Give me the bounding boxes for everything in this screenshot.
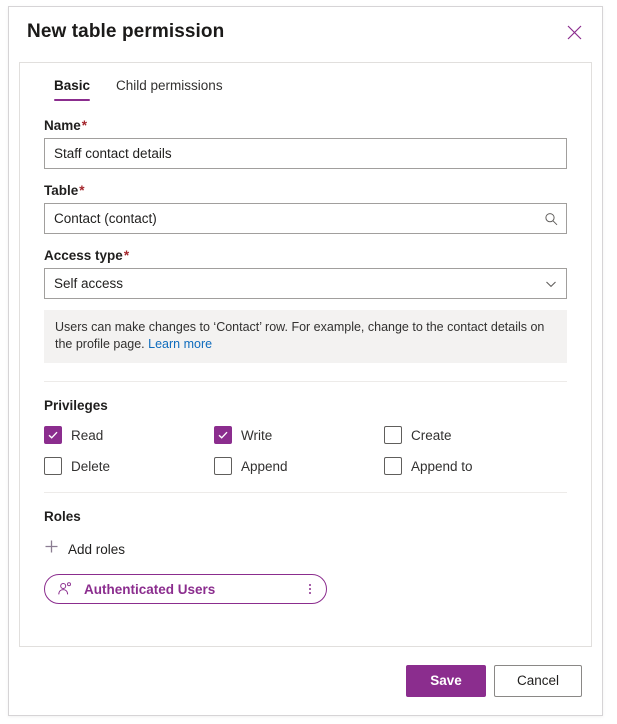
learn-more-link[interactable]: Learn more: [148, 337, 212, 351]
checkbox-append-label: Append: [241, 458, 288, 474]
checkbox-read-label: Read: [71, 427, 104, 443]
access-type-value: Self access: [54, 276, 124, 291]
role-chip[interactable]: Authenticated Users: [44, 574, 327, 604]
form-body: Name* Table*: [20, 104, 591, 604]
table-input[interactable]: [45, 204, 536, 233]
access-type-label: Access type*: [44, 248, 567, 263]
privileges-grid: Read Write Create Delete Append Append t…: [44, 426, 567, 475]
name-input-wrapper[interactable]: [44, 138, 567, 169]
table-label: Table*: [44, 183, 567, 198]
checkbox-delete-box[interactable]: [44, 457, 62, 475]
divider-privileges: [44, 381, 567, 382]
form-card: Basic Child permissions Name* Table*: [19, 62, 592, 647]
dialog-header: New table permission: [9, 7, 602, 56]
page-title: New table permission: [27, 20, 225, 42]
checkbox-append-to[interactable]: Append to: [384, 457, 554, 475]
checkbox-read-box[interactable]: [44, 426, 62, 444]
table-input-wrapper[interactable]: [44, 203, 567, 234]
access-type-select[interactable]: Self access: [44, 268, 567, 299]
plus-icon: [44, 539, 59, 559]
checkbox-read[interactable]: Read: [44, 426, 214, 444]
checkbox-create[interactable]: Create: [384, 426, 554, 444]
checkbox-create-box[interactable]: [384, 426, 402, 444]
add-roles-button[interactable]: Add roles: [44, 537, 125, 561]
table-required-marker: *: [79, 183, 85, 198]
chevron-down-icon[interactable]: [536, 269, 566, 298]
save-button[interactable]: Save: [406, 664, 486, 697]
cancel-button[interactable]: Cancel: [494, 664, 582, 697]
field-access-type: Access type* Self access: [44, 248, 567, 299]
close-button[interactable]: [558, 16, 590, 48]
checkbox-write-box[interactable]: [214, 426, 232, 444]
tab-basic[interactable]: Basic: [44, 72, 100, 104]
tab-list: Basic Child permissions: [20, 63, 591, 104]
search-icon[interactable]: [536, 204, 566, 233]
field-name: Name*: [44, 118, 567, 169]
privileges-title: Privileges: [44, 398, 108, 413]
name-input[interactable]: [45, 139, 566, 168]
tab-basic-label: Basic: [54, 78, 91, 93]
checkbox-create-label: Create: [411, 427, 452, 443]
checkbox-append[interactable]: Append: [214, 457, 384, 475]
name-label: Name*: [44, 118, 567, 133]
person-icon: [57, 581, 73, 597]
field-table: Table*: [44, 183, 567, 234]
access-type-required-marker: *: [123, 248, 130, 263]
checkbox-append-box[interactable]: [214, 457, 232, 475]
checkbox-write-label: Write: [241, 427, 273, 443]
checkbox-write[interactable]: Write: [214, 426, 384, 444]
info-banner-text: Users can make changes to ‘Contact’ row.…: [55, 320, 545, 351]
access-type-label-text: Access type: [44, 248, 123, 263]
divider-roles: [44, 492, 567, 493]
role-chip-label: Authenticated Users: [84, 581, 216, 597]
roles-title: Roles: [44, 509, 81, 524]
checkbox-append-to-label: Append to: [411, 458, 473, 474]
name-label-text: Name: [44, 118, 81, 133]
access-type-info-banner: Users can make changes to ‘Contact’ row.…: [44, 310, 567, 363]
kebab-menu-icon[interactable]: [298, 576, 322, 602]
name-required-marker: *: [81, 118, 88, 133]
add-roles-label: Add roles: [68, 541, 126, 557]
dialog-footer: Save Cancel: [9, 646, 602, 715]
tab-child-permissions[interactable]: Child permissions: [106, 72, 233, 104]
table-label-text: Table: [44, 183, 79, 198]
new-table-permission-dialog: New table permission Basic Child permiss…: [8, 6, 603, 716]
tab-child-permissions-label: Child permissions: [116, 78, 223, 93]
checkbox-delete-label: Delete: [71, 458, 111, 474]
close-icon: [567, 25, 582, 40]
checkbox-delete[interactable]: Delete: [44, 457, 214, 475]
checkbox-append-to-box[interactable]: [384, 457, 402, 475]
